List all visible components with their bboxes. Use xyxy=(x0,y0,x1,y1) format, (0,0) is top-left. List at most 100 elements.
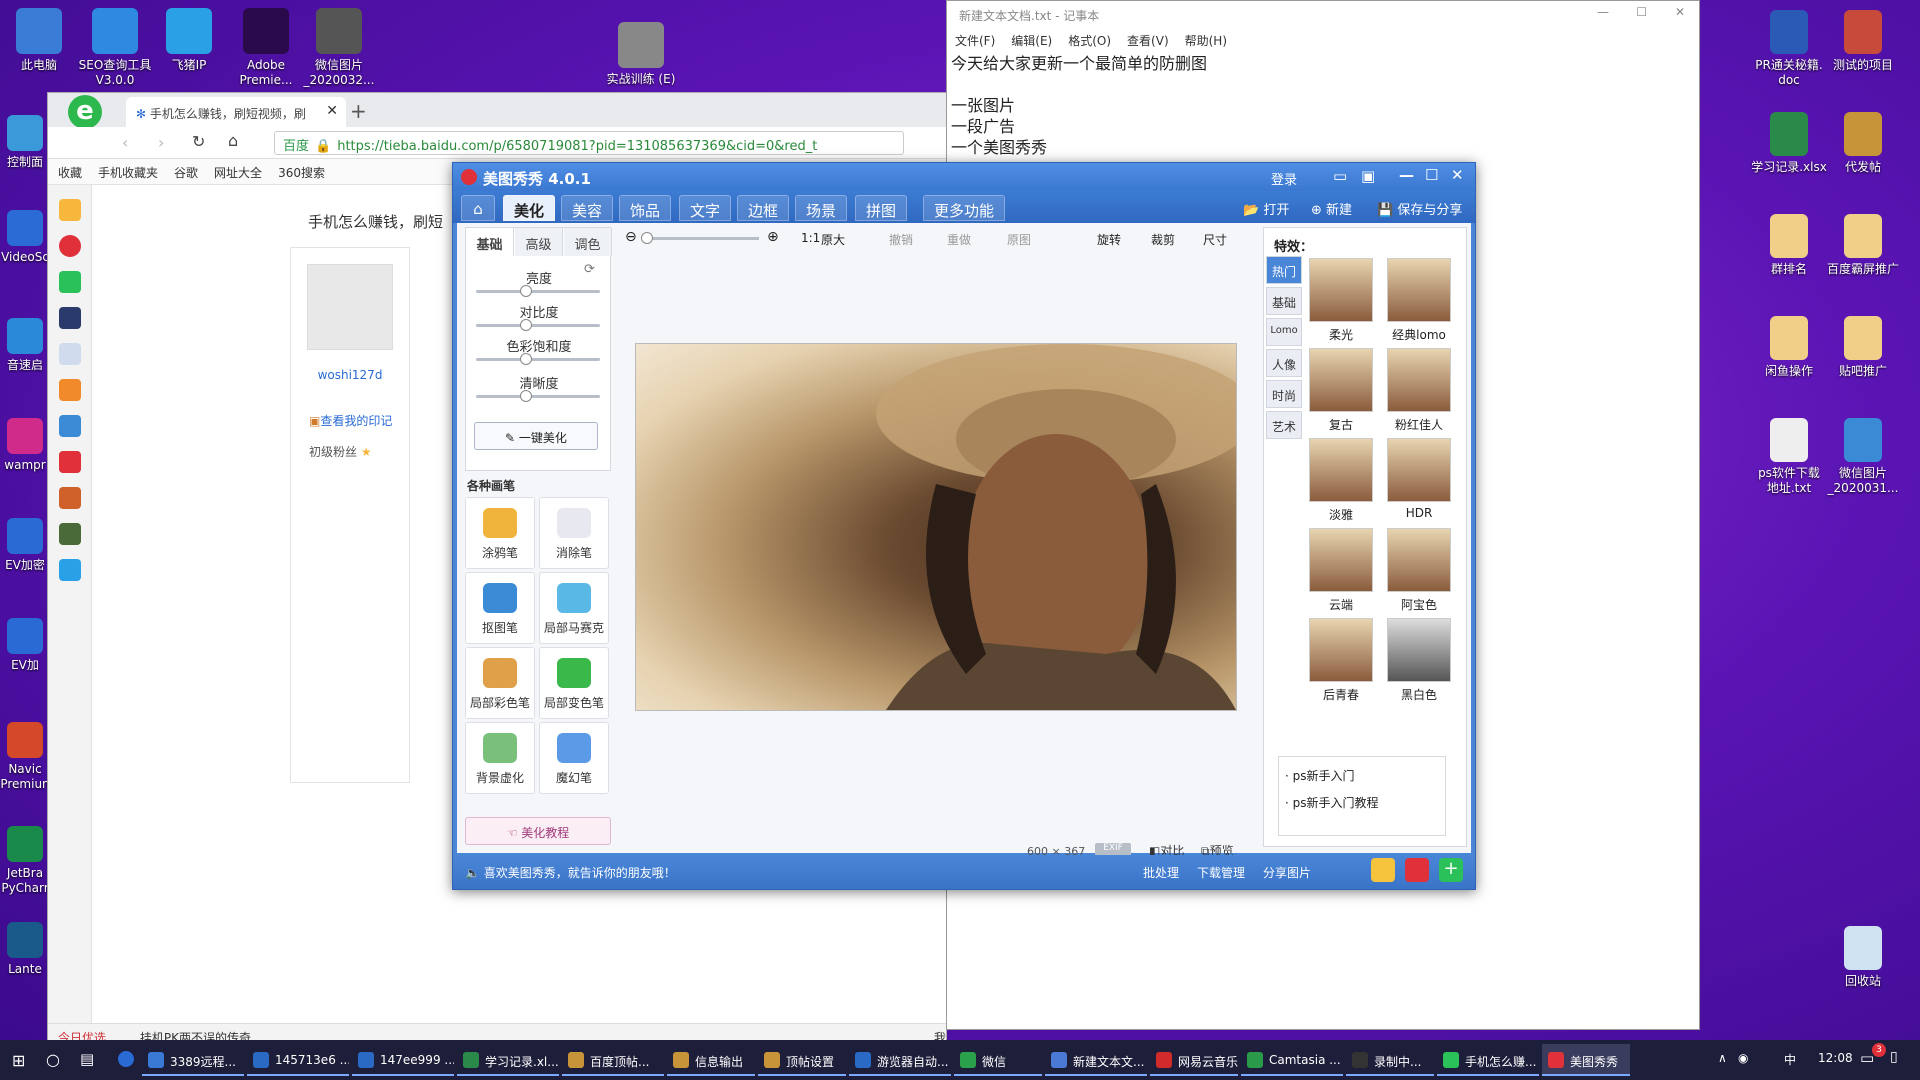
desktop-icon[interactable]: Adobe Premie... xyxy=(227,8,305,88)
bookmark-item[interactable]: 360搜索 xyxy=(278,166,325,180)
effect-thumbnail[interactable]: 后青春 xyxy=(1308,618,1374,708)
desktop-icon[interactable]: Lante xyxy=(0,922,50,977)
toolbar-button[interactable]: 1:1 xyxy=(801,231,820,245)
taskbar-app[interactable]: 147ee999 ... xyxy=(352,1044,454,1076)
desktop-icon[interactable]: 测试的项目 xyxy=(1822,10,1904,73)
desktop-icon[interactable]: 实战训练 (E) xyxy=(602,22,680,87)
adjust-slider[interactable] xyxy=(476,285,600,297)
slider-knob[interactable] xyxy=(519,390,532,402)
app-icon[interactable] xyxy=(58,307,81,329)
notepad-menu-item[interactable]: 格式(O) xyxy=(1068,34,1111,48)
meitu-action-button[interactable]: 📂 打开 xyxy=(1243,199,1289,218)
desktop-icon[interactable]: 控制面 xyxy=(0,115,50,170)
reload-icon[interactable]: ↻ xyxy=(192,132,205,151)
bookmark-item[interactable]: 收藏 xyxy=(58,166,82,180)
desktop-icon[interactable]: 百度霸屏推广 xyxy=(1822,214,1904,277)
toolbar-button[interactable]: 重做 xyxy=(947,231,971,248)
new-tab-icon[interactable]: + xyxy=(350,99,367,123)
photo-canvas[interactable] xyxy=(635,343,1256,711)
my-mark-link[interactable]: ▣查看我的印记 xyxy=(309,412,409,429)
slider-knob[interactable] xyxy=(519,319,532,331)
zoom-out-icon[interactable]: ⊖ xyxy=(625,229,637,245)
desktop-icon[interactable]: EV加 xyxy=(0,618,50,673)
desktop-icon[interactable]: 音速启 xyxy=(0,318,50,373)
desktop-icon[interactable]: 学习记录.xlsx xyxy=(1748,112,1830,175)
taskbar-app[interactable]: 学习记录.xl... xyxy=(457,1044,559,1076)
task-view-icon[interactable]: ▤ xyxy=(80,1050,94,1068)
desktop-icon[interactable]: EV加密 xyxy=(0,518,50,573)
desktop-icon[interactable]: SEO查询工具 V3.0.0 xyxy=(76,8,154,88)
status-message[interactable]: 喜欢美图秀秀，就告诉你的朋友哦！ xyxy=(484,866,676,880)
effect-category-tab[interactable]: 艺术 xyxy=(1266,411,1302,439)
brush-tool[interactable]: 局部彩色笔 xyxy=(465,647,535,719)
meitu-tab[interactable]: 文字 xyxy=(679,195,732,221)
app-icon[interactable] xyxy=(58,523,81,545)
notepad-menu-item[interactable]: 查看(V) xyxy=(1127,34,1169,48)
slider-knob[interactable] xyxy=(519,285,532,297)
toolbar-button[interactable]: 撤销 xyxy=(889,231,913,248)
effect-category-tab[interactable]: 人像 xyxy=(1266,349,1302,377)
meitu-tab[interactable]: 更多功能 xyxy=(923,195,1006,221)
taskbar-app[interactable]: 录制中... xyxy=(1346,1044,1434,1076)
effect-thumbnail[interactable]: 柔光 xyxy=(1308,258,1374,348)
zoom-in-icon[interactable]: ⊕ xyxy=(767,229,779,245)
tray-chevron-icon[interactable]: ∧ xyxy=(1718,1051,1727,1065)
app-icon[interactable] xyxy=(58,415,81,437)
toolbar-button[interactable]: 裁剪 xyxy=(1151,231,1175,248)
meitu-tab[interactable]: 场景 xyxy=(795,195,848,221)
toolbar-button[interactable]: 原大 xyxy=(821,231,845,248)
link-ps-tutorial[interactable]: · ps新手入门教程 xyxy=(1285,794,1441,811)
effect-thumbnail[interactable]: HDR xyxy=(1386,438,1452,528)
zoom-knob[interactable] xyxy=(641,232,653,244)
username[interactable]: woshi127d xyxy=(291,368,409,382)
toolbar-button[interactable]: 旋转 xyxy=(1097,231,1121,248)
close-icon[interactable]: ✕ xyxy=(1675,5,1685,19)
doc-icon[interactable] xyxy=(58,343,81,365)
chat-icon[interactable]: ▭ xyxy=(1333,167,1347,185)
desktop-icon[interactable]: wampr xyxy=(0,418,50,473)
adjust-subtab[interactable]: 调色 xyxy=(564,228,612,256)
weibo-icon[interactable] xyxy=(58,235,81,257)
desktop-icon[interactable]: 此电脑 xyxy=(0,8,78,73)
adjust-slider[interactable] xyxy=(476,353,600,365)
bookmark-item[interactable]: 手机收藏夹 xyxy=(98,166,158,180)
tutorial-button[interactable]: ☜ 美化教程 xyxy=(465,817,611,845)
windows-start-icon[interactable]: ⊞ xyxy=(12,1051,25,1070)
effect-category-tab[interactable]: Lomo xyxy=(1266,318,1302,346)
effect-category-tab[interactable]: 时尚 xyxy=(1266,380,1302,408)
effect-thumbnail[interactable]: 复古 xyxy=(1308,348,1374,438)
brush-tool[interactable]: 抠图笔 xyxy=(465,572,535,644)
toolbar-button[interactable]: 尺寸 xyxy=(1203,231,1227,248)
add-icon[interactable]: + xyxy=(1439,858,1463,882)
adjust-slider[interactable] xyxy=(476,390,600,402)
adjust-subtab[interactable]: 基础 xyxy=(466,228,514,256)
effect-thumbnail[interactable]: 粉红佳人 xyxy=(1386,348,1452,438)
meitu-tab[interactable]: 边框 xyxy=(737,195,790,221)
bookmark-item[interactable]: 谷歌 xyxy=(174,166,198,180)
meitu-tab[interactable]: 美化 xyxy=(503,195,556,221)
effect-thumbnail[interactable]: 经典lomo xyxy=(1386,258,1452,348)
avatar[interactable] xyxy=(307,264,393,350)
desktop-icon[interactable]: 闲鱼操作 xyxy=(1748,316,1830,379)
app-icon[interactable] xyxy=(58,487,81,509)
desktop-icon[interactable]: PR通关秘籍. doc xyxy=(1748,10,1830,88)
minimize-icon[interactable]: — xyxy=(1399,166,1414,184)
taskbar-app[interactable]: 信息输出 xyxy=(667,1044,755,1076)
bookmark-item[interactable]: 网址大全 xyxy=(214,166,262,180)
desktop-icon[interactable]: 代发帖 xyxy=(1822,112,1904,175)
meitu-action-button[interactable]: 💾 保存与分享 xyxy=(1377,199,1462,218)
taskbar-app[interactable]: 顶帖设置 xyxy=(758,1044,846,1076)
taskbar-app[interactable]: 3389远程... xyxy=(142,1044,244,1076)
maximize-icon[interactable]: ☐ xyxy=(1425,166,1438,184)
show-desktop-icon[interactable]: ▯ xyxy=(1890,1049,1898,1065)
status-right-button[interactable]: 批处理 xyxy=(1143,866,1179,880)
effect-thumbnail[interactable]: 阿宝色 xyxy=(1386,528,1452,618)
meitu-tab[interactable]: 拼图 xyxy=(855,195,908,221)
browser-tab[interactable]: ✻ 手机怎么赚钱，刷短视频，刷 ✕ xyxy=(126,97,346,127)
desktop-icon[interactable]: 微信图片 _2020032... xyxy=(300,8,378,88)
effect-category-tab[interactable]: 基础 xyxy=(1266,287,1302,315)
clock[interactable]: 12:08 xyxy=(1818,1051,1853,1065)
adjust-slider[interactable] xyxy=(476,319,600,331)
ime-indicator[interactable]: 中 xyxy=(1784,1051,1796,1068)
pinned-app-icon[interactable] xyxy=(118,1051,134,1067)
